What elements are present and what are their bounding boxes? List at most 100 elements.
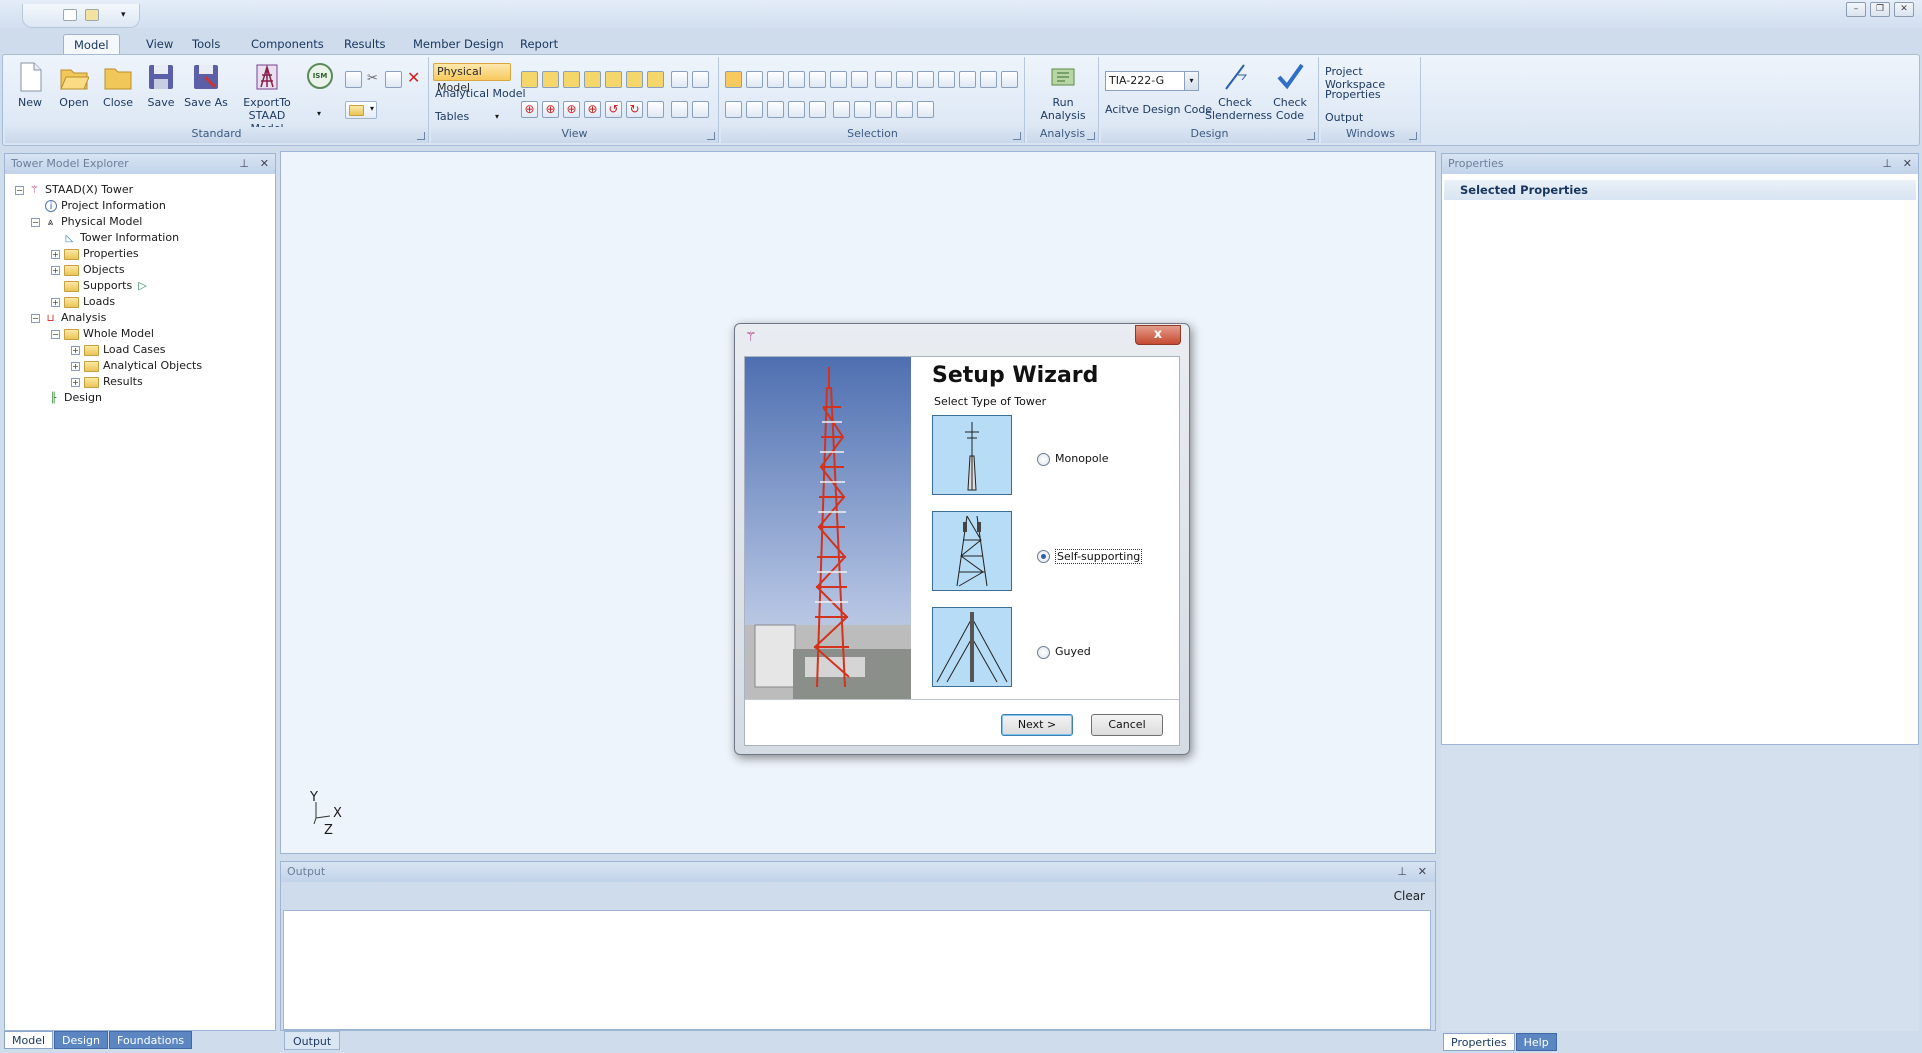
- tree-node-project-information[interactable]: i Project Information: [45, 198, 166, 214]
- select-members-icon[interactable]: [830, 71, 847, 88]
- select-diagonals-icon[interactable]: [938, 71, 955, 88]
- expand-icon[interactable]: +: [51, 297, 60, 307]
- tab-view[interactable]: View: [136, 34, 183, 54]
- export-to-staad-button[interactable]: ExportTo STAAD Model: [231, 61, 303, 135]
- zoom-window-icon[interactable]: [671, 71, 688, 88]
- close-button[interactable]: Close: [99, 61, 137, 109]
- select-platform-icon[interactable]: [809, 101, 826, 118]
- open-button[interactable]: Open: [55, 61, 93, 109]
- tab-design-explorer[interactable]: Design: [54, 1031, 109, 1049]
- tab-member-design[interactable]: Member Design: [403, 34, 514, 54]
- rotate-left-icon[interactable]: ⊕: [563, 101, 580, 118]
- monopole-image[interactable]: [932, 415, 1012, 495]
- tree-node-tower-information[interactable]: ◺ Tower Information: [63, 230, 179, 246]
- tab-tools[interactable]: Tools: [182, 34, 230, 54]
- guyed-label[interactable]: Guyed: [1055, 645, 1091, 658]
- collapse-icon[interactable]: −: [51, 329, 60, 339]
- tree-node-whole-model[interactable]: − Whole Model: [51, 326, 154, 342]
- collapse-icon[interactable]: −: [15, 185, 24, 195]
- check-code-button[interactable]: Check Code: [1269, 61, 1311, 122]
- select-bracing-icon[interactable]: [896, 71, 913, 88]
- tab-model-explorer[interactable]: Model: [4, 1031, 54, 1049]
- select-solids-icon[interactable]: [809, 71, 826, 88]
- tab-help[interactable]: Help: [1515, 1033, 1557, 1051]
- pin-icon[interactable]: ⊥: [1397, 862, 1407, 882]
- select-horizontals-icon[interactable]: [917, 71, 934, 88]
- chevron-down-icon[interactable]: ▾: [1184, 72, 1198, 90]
- select-by-property-icon[interactable]: [854, 101, 871, 118]
- view-top-icon[interactable]: [626, 71, 643, 88]
- tables-button[interactable]: Tables: [435, 110, 469, 123]
- tab-output[interactable]: Output: [284, 1031, 341, 1050]
- close-icon[interactable]: ✕: [260, 154, 269, 174]
- tree-node-supports[interactable]: Supports ▷: [64, 278, 147, 294]
- new-button[interactable]: New: [13, 61, 47, 109]
- zoom-extents-icon[interactable]: [692, 71, 709, 88]
- tab-model[interactable]: Model: [63, 34, 120, 54]
- select-plates-icon[interactable]: [788, 71, 805, 88]
- tab-components[interactable]: Components: [241, 34, 334, 54]
- customize-dropdown-icon[interactable]: ▾: [121, 10, 126, 20]
- close-icon[interactable]: ✕: [1903, 154, 1912, 174]
- rotate-right-icon[interactable]: ⊕: [584, 101, 601, 118]
- select-text-icon[interactable]: [875, 71, 892, 88]
- next-button[interactable]: Next >: [1001, 714, 1073, 736]
- save-button[interactable]: Save: [143, 61, 179, 109]
- select-panel-icon[interactable]: [980, 71, 997, 88]
- view-launcher-icon[interactable]: [707, 132, 715, 140]
- view-front-icon[interactable]: [542, 71, 559, 88]
- delete-icon[interactable]: ✕: [407, 68, 420, 87]
- view-back-icon[interactable]: [563, 71, 580, 88]
- select-all-icon[interactable]: [917, 101, 934, 118]
- select-by-missing-icon[interactable]: [875, 101, 892, 118]
- select-redundants-icon[interactable]: [959, 71, 976, 88]
- analysis-launcher-icon[interactable]: [1087, 132, 1095, 140]
- view-right-icon[interactable]: [605, 71, 622, 88]
- tree-node-objects[interactable]: + Objects: [51, 262, 125, 278]
- expand-icon[interactable]: +: [71, 361, 80, 371]
- pan-icon[interactable]: [647, 101, 664, 118]
- tab-report[interactable]: Report: [510, 34, 568, 54]
- select-by-id-icon[interactable]: [833, 101, 850, 118]
- save-as-button[interactable]: Save As: [183, 61, 229, 109]
- design-launcher-icon[interactable]: [1307, 132, 1315, 140]
- clear-button[interactable]: Clear: [1394, 889, 1425, 903]
- close-window-icon[interactable]: ✕: [1894, 2, 1914, 17]
- cut-icon[interactable]: ✂: [367, 71, 378, 86]
- view-iso-icon[interactable]: [521, 71, 538, 88]
- select-cursor-icon[interactable]: [725, 71, 742, 88]
- expand-icon[interactable]: +: [51, 249, 60, 259]
- tree-node-analysis[interactable]: − ⊔ Analysis: [31, 310, 106, 326]
- collapse-icon[interactable]: −: [31, 313, 40, 323]
- tab-results[interactable]: Results: [334, 34, 396, 54]
- zoom-in-icon[interactable]: [671, 101, 688, 118]
- folder-dropdown-button[interactable]: ▾: [345, 101, 377, 119]
- design-code-select[interactable]: TIA-222-G ▾: [1105, 71, 1199, 91]
- dialog-close-button[interactable]: x: [1135, 325, 1181, 345]
- select-appurtenance-icon[interactable]: [746, 101, 763, 118]
- ism-icon[interactable]: ISM: [307, 63, 333, 89]
- paste-icon[interactable]: [385, 71, 402, 88]
- rotate-down-icon[interactable]: ⊕: [542, 101, 559, 118]
- spin-left-icon[interactable]: ↺: [605, 101, 622, 118]
- tree-node-load-cases[interactable]: + Load Cases: [71, 342, 166, 358]
- select-inverse-icon[interactable]: [896, 101, 913, 118]
- rotate-up-icon[interactable]: ⊕: [521, 101, 538, 118]
- self-supporting-label[interactable]: Self-supporting: [1055, 549, 1143, 564]
- pin-icon[interactable]: ⊥: [1882, 154, 1892, 174]
- spin-right-icon[interactable]: ↻: [626, 101, 643, 118]
- guyed-image[interactable]: [932, 607, 1012, 687]
- close-icon[interactable]: ✕: [1418, 862, 1427, 882]
- analytical-model-button[interactable]: Analytical Model: [435, 87, 526, 100]
- expand-icon[interactable]: +: [71, 345, 80, 355]
- tree-node-properties[interactable]: + Properties: [51, 246, 139, 262]
- ism-dropdown-icon[interactable]: ▾: [317, 109, 321, 118]
- select-group-icon[interactable]: [725, 101, 742, 118]
- properties-window-button[interactable]: Properties: [1325, 88, 1381, 101]
- run-analysis-button[interactable]: Run Analysis: [1031, 61, 1095, 122]
- expand-icon[interactable]: +: [71, 377, 80, 387]
- check-slenderness-button[interactable]: Check Slenderness: [1205, 61, 1272, 122]
- select-feedline-icon[interactable]: [788, 101, 805, 118]
- select-nodes-icon[interactable]: [746, 71, 763, 88]
- tree-node-root[interactable]: − ⚚ STAAD(X) Tower: [15, 182, 133, 198]
